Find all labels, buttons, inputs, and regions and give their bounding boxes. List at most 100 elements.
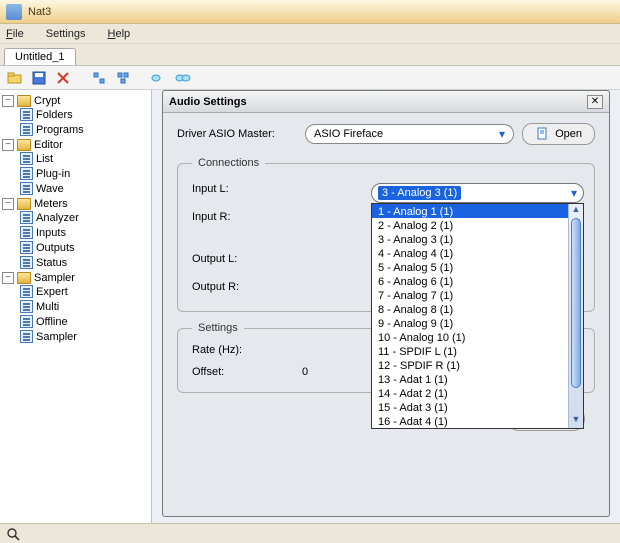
collapse-icon[interactable]: − [2, 272, 14, 284]
scroll-thumb[interactable] [571, 218, 581, 388]
tree-item-offline[interactable]: Offline [20, 315, 149, 328]
list-icon [20, 182, 33, 195]
menubar: File Settings Help [0, 24, 620, 44]
list-icon [20, 108, 33, 121]
tree-folder-editor[interactable]: − Editor [2, 139, 149, 151]
collapse-icon[interactable]: − [2, 198, 14, 210]
list-icon [20, 330, 33, 343]
list-icon [20, 256, 33, 269]
folder-icon [17, 139, 31, 151]
tree-label: Plug-in [36, 168, 70, 180]
list-icon [20, 123, 33, 136]
save-icon[interactable] [30, 69, 48, 87]
dropdown-option[interactable]: 9 - Analog 9 (1) [372, 316, 583, 330]
app-icon [6, 4, 22, 20]
tree-label: Inputs [36, 227, 66, 239]
zoom-icon[interactable] [6, 527, 20, 541]
tree-item-list[interactable]: List [20, 152, 149, 165]
input-l-dropdown[interactable]: 3 - Analog 3 (1) ▾ 1 - Analog 1 (1)2 - A… [371, 183, 584, 429]
tree-item-programs[interactable]: Programs [20, 123, 149, 136]
tab-untitled[interactable]: Untitled_1 [4, 48, 76, 65]
dropdown-option[interactable]: 4 - Analog 4 (1) [372, 246, 583, 260]
dropdown-option[interactable]: 15 - Adat 3 (1) [372, 400, 583, 414]
dropdown-option[interactable]: 1 - Analog 1 (1) [372, 204, 583, 218]
titlebar: Nat3 [0, 0, 620, 24]
scroll-down-icon[interactable]: ▼ [569, 414, 583, 428]
tree-item-outputs[interactable]: Outputs [20, 241, 149, 254]
dropdown-option[interactable]: 5 - Analog 5 (1) [372, 260, 583, 274]
tree-label: Crypt [34, 95, 60, 107]
tree-label: List [36, 153, 53, 165]
close-icon[interactable]: ✕ [587, 95, 603, 109]
tabstrip: Untitled_1 [0, 44, 620, 66]
tree-item-analyzer[interactable]: Analyzer [20, 211, 149, 224]
tool-icon-4[interactable] [174, 69, 192, 87]
driver-select[interactable]: ASIO Fireface ▾ [305, 124, 514, 144]
tree-label: Folders [36, 109, 73, 121]
rate-label: Rate (Hz): [192, 344, 292, 356]
tree-item-folders[interactable]: Folders [20, 108, 149, 121]
dropdown-option[interactable]: 10 - Analog 10 (1) [372, 330, 583, 344]
dropdown-option[interactable]: 2 - Analog 2 (1) [372, 218, 583, 232]
tool-icon-2[interactable] [114, 69, 132, 87]
list-icon [20, 300, 33, 313]
list-icon [20, 152, 33, 165]
chevron-down-icon[interactable]: ▾ [571, 186, 577, 200]
dropdown-list[interactable]: 1 - Analog 1 (1)2 - Analog 2 (1)3 - Anal… [371, 203, 584, 429]
tree-folder-sampler[interactable]: −Sampler [2, 272, 149, 284]
dropdown-option[interactable]: 14 - Adat 2 (1) [372, 386, 583, 400]
dropdown-option[interactable]: 11 - SPDIF L (1) [372, 344, 583, 358]
tree-item-inputs[interactable]: Inputs [20, 226, 149, 239]
input-l-label: Input L: [192, 183, 292, 195]
tree-folder-crypt[interactable]: − Crypt [2, 95, 149, 107]
dropdown-option[interactable]: 12 - SPDIF R (1) [372, 358, 583, 372]
scrollbar[interactable]: ▲ ▼ [568, 204, 583, 428]
tree-item-multi[interactable]: Multi [20, 300, 149, 313]
output-l-label: Output L: [192, 253, 292, 265]
settings-legend: Settings [192, 322, 244, 334]
tree-item-sampler[interactable]: Sampler [20, 330, 149, 343]
tree-label: Programs [36, 124, 84, 136]
tree-item-wave[interactable]: Wave [20, 182, 149, 195]
list-icon [20, 226, 33, 239]
tree-folder-meters[interactable]: − Meters [2, 198, 149, 210]
dropdown-option[interactable]: 8 - Analog 8 (1) [372, 302, 583, 316]
tree-item-expert[interactable]: Expert [20, 285, 149, 298]
tool-icon-1[interactable] [90, 69, 108, 87]
driver-label: Driver ASIO Master: [177, 128, 297, 140]
dropdown-option[interactable]: 6 - Analog 6 (1) [372, 274, 583, 288]
offset-label: Offset: [192, 366, 292, 378]
scroll-up-icon[interactable]: ▲ [569, 204, 583, 218]
audio-settings-dialog: Audio Settings ✕ Driver ASIO Master: ASI… [162, 90, 610, 517]
driver-value: ASIO Fireface [314, 128, 383, 140]
window-title: Nat3 [28, 6, 51, 18]
statusbar [0, 523, 620, 543]
tree-label: Sampler [36, 331, 77, 343]
menu-settings[interactable]: Settings [46, 28, 86, 40]
tree-label: Editor [34, 139, 63, 151]
tree-item-plug-in[interactable]: Plug-in [20, 167, 149, 180]
open-folder-icon[interactable] [6, 69, 24, 87]
list-icon [20, 315, 33, 328]
tree-label: Meters [34, 198, 68, 210]
dropdown-option[interactable]: 7 - Analog 7 (1) [372, 288, 583, 302]
open-button[interactable]: Open [522, 123, 595, 145]
collapse-icon[interactable]: − [2, 139, 14, 151]
tree-item-status[interactable]: Status [20, 256, 149, 269]
tree-label: Status [36, 257, 67, 269]
dropdown-option[interactable]: 13 - Adat 1 (1) [372, 372, 583, 386]
dropdown-option[interactable]: 3 - Analog 3 (1) [372, 232, 583, 246]
menu-help[interactable]: Help [108, 28, 131, 40]
dropdown-selected: 3 - Analog 3 (1) [378, 186, 461, 200]
delete-icon[interactable] [54, 69, 72, 87]
list-icon [20, 211, 33, 224]
collapse-icon[interactable]: − [2, 95, 14, 107]
folder-icon [17, 272, 31, 284]
list-icon [20, 285, 33, 298]
tree-label: Expert [36, 286, 68, 298]
dialog-title: Audio Settings [169, 96, 247, 108]
sidebar-tree[interactable]: − Crypt Folders Programs − Editor List Plug-in W… [0, 90, 152, 523]
dropdown-option[interactable]: 16 - Adat 4 (1) [372, 414, 583, 428]
menu-file[interactable]: File [6, 28, 24, 40]
tool-icon-3[interactable] [150, 69, 168, 87]
